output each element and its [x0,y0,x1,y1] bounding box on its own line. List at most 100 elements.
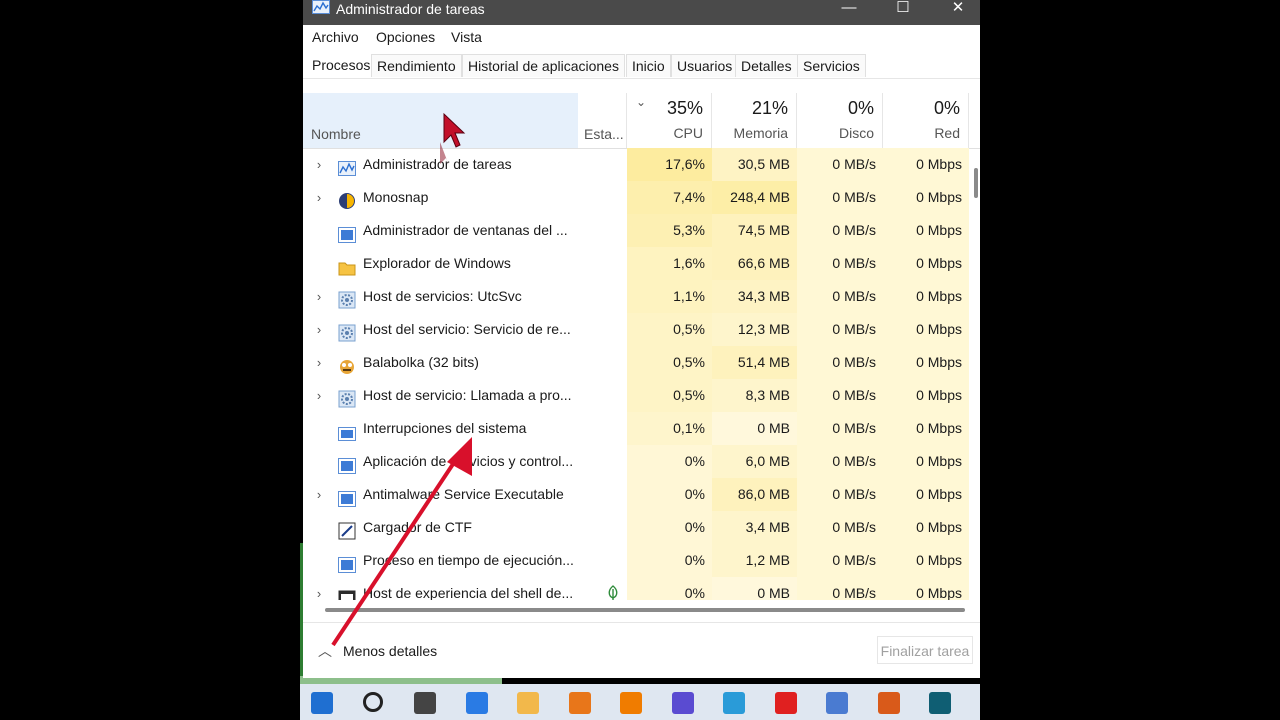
maximize-button[interactable]: ☐ [881,0,925,18]
task-manager-window: Administrador de tareas — ☐ ✕ Archivo Op… [303,0,980,678]
expand-chevron-icon[interactable]: › [313,577,325,600]
process-cpu-cell: 0,5% [627,313,712,346]
table-row[interactable]: Explorador de Windows 1,6% 66,6 MB 0 MB/s 0 … [303,247,980,280]
task-manager-icon[interactable] [826,692,848,714]
table-row[interactable]: Administrador de ventanas del ... 5,3% 74,… [303,214,980,247]
header-disk[interactable]: 0% Disco [797,93,883,148]
process-cpu-cell: 7,4% [627,181,712,214]
table-row[interactable]: Cargador de CTF 0% 3,4 MB 0 MB/s 0 Mbps [303,511,980,544]
table-row[interactable]: › Host del servicio: Servicio de re... 0,5… [303,313,980,346]
process-network-cell: 0 Mbps [883,214,969,247]
expand-chevron-icon[interactable]: › [313,148,325,181]
header-memory[interactable]: 21% Memoria [712,93,797,148]
task-view-icon[interactable] [414,692,436,714]
process-name-cell[interactable]: › Host de experiencia del shell de... [303,577,626,600]
header-cpu-pct: 35% [666,98,703,118]
process-name-cell[interactable]: › Balabolka (32 bits) [303,346,626,379]
tab-historial[interactable]: Historial de aplicaciones [462,54,625,77]
title-bar[interactable]: Administrador de tareas — ☐ ✕ [303,0,980,25]
less-details-link[interactable]: Menos detalles [343,643,437,659]
expand-chevron-icon[interactable]: › [313,379,325,412]
tab-usuarios[interactable]: Usuarios [671,54,739,77]
process-network-cell: 0 Mbps [883,412,969,445]
process-cpu-cell: 1,1% [627,280,712,313]
process-name-cell[interactable]: Explorador de Windows [303,247,626,280]
file-explorer-icon[interactable] [517,692,539,714]
process-name: Administrador de tareas [363,156,512,172]
table-row[interactable]: Aplicación de servicios y control... 0% 6,… [303,445,980,478]
vlc-icon[interactable] [620,692,642,714]
end-task-button[interactable]: Finalizar tarea [877,636,973,664]
chrome-like-icon[interactable] [877,692,900,714]
table-row[interactable]: Interrupciones del sistema 0,1% 0 MB 0 MB/s… [303,412,980,445]
menu-opciones[interactable]: Opciones [376,29,435,45]
header-network[interactable]: 0% Red [883,93,969,148]
chevron-up-icon[interactable]: ︿ [318,641,332,661]
process-name-cell[interactable]: › Monosnap [303,181,626,214]
header-name[interactable]: Nombre [303,93,578,148]
horizontal-scrollbar[interactable] [325,608,965,612]
table-row[interactable]: Proceso en tiempo de ejecución... 0% 1,2 M… [303,544,980,577]
process-memory-cell: 6,0 MB [712,445,797,478]
process-name-cell[interactable]: › Host de servicio: Llamada a pro... [303,379,626,412]
close-button[interactable]: ✕ [936,0,980,18]
header-disk-label: Disco [838,125,874,141]
expand-chevron-icon[interactable]: › [313,478,325,511]
menu-archivo[interactable]: Archivo [312,29,359,45]
table-row[interactable]: › Host de servicios: UtcSvc 1,1% 34,3 MB 0 M… [303,280,980,313]
expand-chevron-icon[interactable]: › [313,280,325,313]
expand-chevron-icon[interactable]: › [313,313,325,346]
table-row[interactable]: › Host de experiencia del shell de... 0% 0 … [303,577,980,600]
search-app-icon[interactable] [568,692,591,714]
table-row[interactable]: › Monosnap 7,4% 248,4 MB 0 MB/s 0 Mbps [303,181,980,214]
minimize-button[interactable]: — [827,0,871,18]
process-name-cell[interactable]: › Host del servicio: Servicio de re... [303,313,626,346]
process-name-cell[interactable]: Aplicación de servicios y control... [303,445,626,478]
tab-rendimiento[interactable]: Rendimiento [371,54,462,77]
process-network-cell: 0 Mbps [883,577,969,600]
process-disk-cell: 0 MB/s [797,478,883,511]
process-disk-cell: 0 MB/s [797,412,883,445]
menu-vista[interactable]: Vista [451,29,482,45]
vertical-scrollbar[interactable] [974,168,978,198]
expand-chevron-icon[interactable]: › [313,346,325,379]
process-name: Monosnap [363,189,429,205]
tab-procesos[interactable]: Procesos [306,52,377,78]
tab-detalles[interactable]: Detalles [735,54,798,77]
table-row[interactable]: › Host de servicio: Llamada a pro... 0,5% 8… [303,379,980,412]
header-status[interactable]: Esta... [578,93,627,148]
header-cpu-label: CPU [673,125,703,141]
search-icon[interactable] [362,692,383,712]
process-name-cell[interactable]: Cargador de CTF [303,511,626,544]
teal-app-icon[interactable] [929,692,951,714]
process-name-cell[interactable]: Administrador de ventanas del ... [303,214,626,247]
process-name: Proceso en tiempo de ejecución... [363,552,574,568]
process-name-cell[interactable]: › Host de servicios: UtcSvc [303,280,626,313]
process-disk-cell: 0 MB/s [797,148,883,181]
dark-app-icon[interactable] [671,692,694,714]
process-cpu-cell: 0,1% [627,412,712,445]
windows-start-icon[interactable] [311,692,333,714]
balabolka-icon [338,354,356,374]
task-manager-icon [312,0,330,14]
telegram-icon[interactable] [723,692,745,714]
process-network-cell: 0 Mbps [883,313,969,346]
table-row[interactable]: › Balabolka (32 bits) 0,5% 51,4 MB 0 MB/s 0 M… [303,346,980,379]
gear-icon [338,321,356,342]
process-name-cell[interactable]: › Antimalware Service Executable [303,478,626,511]
table-row[interactable]: › Administrador de tareas 17,6% 30,5 MB 0 MB… [303,148,980,181]
process-cpu-cell: 5,3% [627,214,712,247]
expand-chevron-icon[interactable]: › [313,181,325,214]
red-app-icon[interactable] [774,692,797,714]
tab-servicios[interactable]: Servicios [797,54,866,77]
app-blue-icon[interactable] [465,692,488,714]
process-cpu-cell: 1,6% [627,247,712,280]
process-name-cell[interactable]: › Administrador de tareas [303,148,626,181]
tab-inicio[interactable]: Inicio [626,54,671,77]
process-name-cell[interactable]: Proceso en tiempo de ejecución... [303,544,626,577]
process-name-cell[interactable]: Interrupciones del sistema [303,412,626,445]
table-row[interactable]: › Antimalware Service Executable 0% 86,0 MB… [303,478,980,511]
header-cpu[interactable]: ⌄ 35% CPU [627,93,712,148]
process-disk-cell: 0 MB/s [797,280,883,313]
process-name: Balabolka (32 bits) [363,354,479,370]
